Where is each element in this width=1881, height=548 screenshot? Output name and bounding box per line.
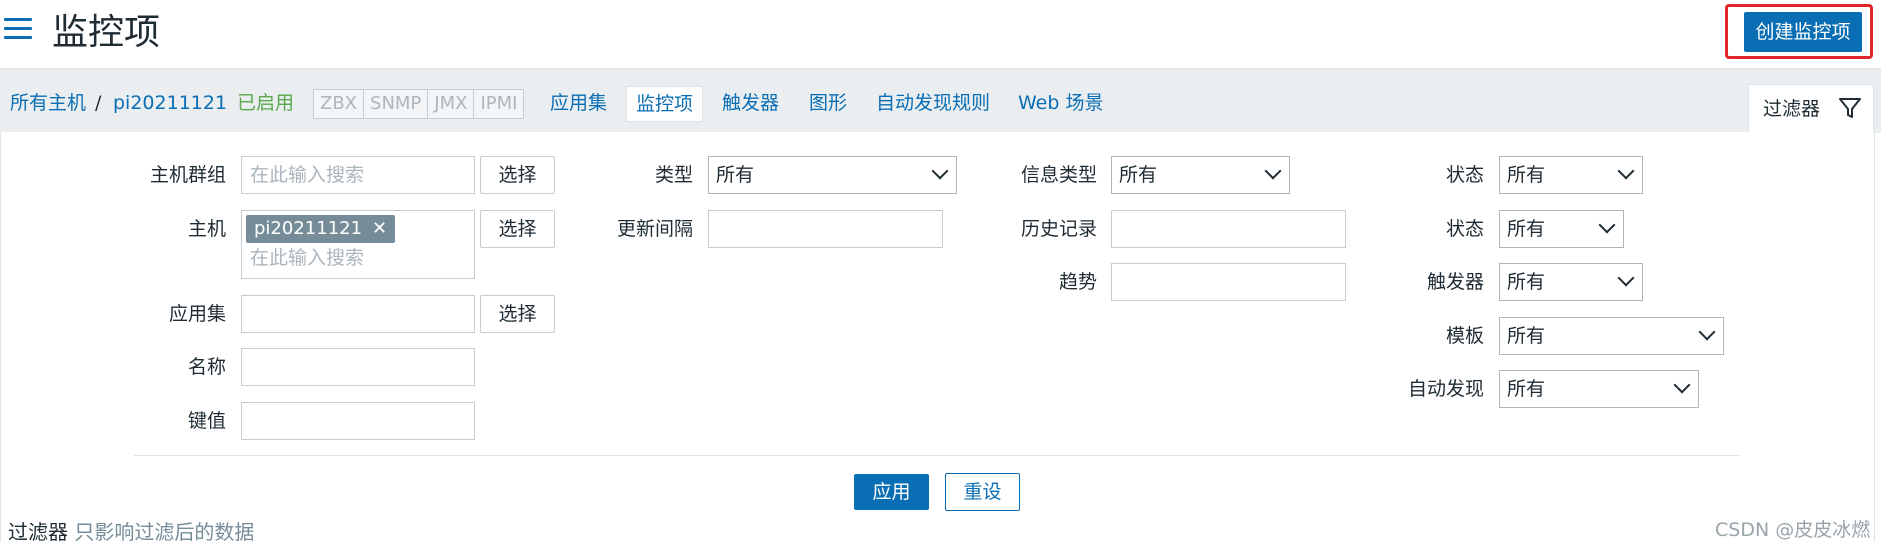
application-label: 应用集 <box>168 303 226 325</box>
chevron-down-icon <box>1264 162 1282 180</box>
triggers-select[interactable]: 所有 <box>1499 263 1643 301</box>
highlight-box <box>1725 4 1873 59</box>
tab-web-scenarios[interactable]: Web 场景 <box>1018 91 1103 115</box>
apply-button[interactable]: 应用 <box>854 474 929 510</box>
chevron-down-icon <box>1617 162 1635 180</box>
host-group-label: 主机群组 <box>149 164 226 186</box>
host-group-input[interactable]: 在此输入搜索 <box>241 156 475 194</box>
chevron-down-icon <box>1698 323 1716 341</box>
tab-triggers[interactable]: 触发器 <box>722 91 779 115</box>
application-select-button[interactable]: 选择 <box>480 295 555 333</box>
status-select[interactable]: 所有 <box>1499 210 1624 248</box>
tag-zbx: ZBX <box>314 90 365 118</box>
key-label: 键值 <box>187 410 226 432</box>
chevron-down-icon <box>1617 269 1635 287</box>
tab-discovery-rules[interactable]: 自动发现规则 <box>876 91 990 115</box>
template-select[interactable]: 所有 <box>1499 317 1724 355</box>
footnote-note: 只影响过滤后的数据 <box>74 520 255 544</box>
chevron-down-icon <box>1598 216 1616 234</box>
chevron-down-icon <box>1673 376 1691 394</box>
template-label: 模板 <box>1445 325 1484 347</box>
application-input[interactable] <box>241 295 475 333</box>
info-type-label: 信息类型 <box>1020 164 1097 186</box>
type-select-value: 所有 <box>716 164 755 186</box>
key-input[interactable] <box>241 402 475 440</box>
discovery-select-value: 所有 <box>1507 378 1546 400</box>
host-group-select-button[interactable]: 选择 <box>480 156 555 194</box>
state-select-value: 所有 <box>1507 164 1546 186</box>
host-status-enabled[interactable]: 已启用 <box>237 91 294 115</box>
state-label: 状态 <box>1445 164 1484 186</box>
filter-tab-label: 过滤器 <box>1763 98 1821 120</box>
tag-snmp: SNMP <box>364 90 429 118</box>
reset-button[interactable]: 重设 <box>945 473 1020 511</box>
tab-graphs[interactable]: 图形 <box>809 91 847 115</box>
breadcrumb-separator: / <box>95 92 102 114</box>
template-select-value: 所有 <box>1507 325 1546 347</box>
breadcrumb-all-hosts[interactable]: 所有主机 <box>10 91 86 115</box>
tag-ipmi: IPMI <box>480 93 518 114</box>
watermark: CSDN @皮皮冰燃 <box>1715 519 1871 541</box>
host-search-placeholder[interactable]: 在此输入搜索 <box>250 244 364 272</box>
info-type-select-value: 所有 <box>1119 164 1158 186</box>
filter-divider <box>134 455 1740 456</box>
funnel-icon <box>1839 98 1861 118</box>
status-label: 状态 <box>1445 218 1484 240</box>
update-interval-label: 更新间隔 <box>616 218 693 240</box>
tab-items[interactable]: 监控项 <box>626 86 704 122</box>
trends-label: 趋势 <box>1058 271 1097 293</box>
filter-tab[interactable]: 过滤器 <box>1748 84 1874 134</box>
discovery-select[interactable]: 所有 <box>1499 370 1699 408</box>
page-header <box>0 0 1881 68</box>
history-label: 历史记录 <box>1020 218 1097 240</box>
state-select[interactable]: 所有 <box>1499 156 1643 194</box>
update-interval-input[interactable] <box>708 210 943 248</box>
name-label: 名称 <box>187 356 226 378</box>
filter-footnote: 过滤器 只影响过滤后的数据 <box>8 518 254 546</box>
info-type-select[interactable]: 所有 <box>1111 156 1290 194</box>
chevron-down-icon <box>931 162 949 180</box>
type-select[interactable]: 所有 <box>708 156 957 194</box>
tab-applications[interactable]: 应用集 <box>550 91 607 115</box>
page-title: 监控项 <box>52 12 161 53</box>
remove-chip-icon[interactable]: ✕ <box>372 218 387 239</box>
tag-jmx: JMX <box>428 90 475 118</box>
hamburger-menu-icon[interactable] <box>4 18 32 42</box>
host-chip: pi20211121 ✕ <box>246 215 396 243</box>
status-select-value: 所有 <box>1507 218 1546 240</box>
availability-tags: ZBX SNMP JMX IPMI <box>313 89 525 119</box>
type-label: 类型 <box>654 164 693 186</box>
triggers-select-value: 所有 <box>1507 271 1546 293</box>
host-select-button[interactable]: 选择 <box>480 210 555 248</box>
breadcrumb-host[interactable]: pi20211121 <box>113 91 227 115</box>
host-chip-label: pi20211121 <box>254 218 363 239</box>
history-input[interactable] <box>1111 210 1346 248</box>
trends-input[interactable] <box>1111 263 1346 301</box>
triggers-label: 触发器 <box>1426 271 1484 293</box>
name-input[interactable] <box>241 348 475 386</box>
discovery-label: 自动发现 <box>1407 378 1484 400</box>
host-label: 主机 <box>187 218 226 240</box>
footnote-filter-label: 过滤器 <box>8 520 68 544</box>
